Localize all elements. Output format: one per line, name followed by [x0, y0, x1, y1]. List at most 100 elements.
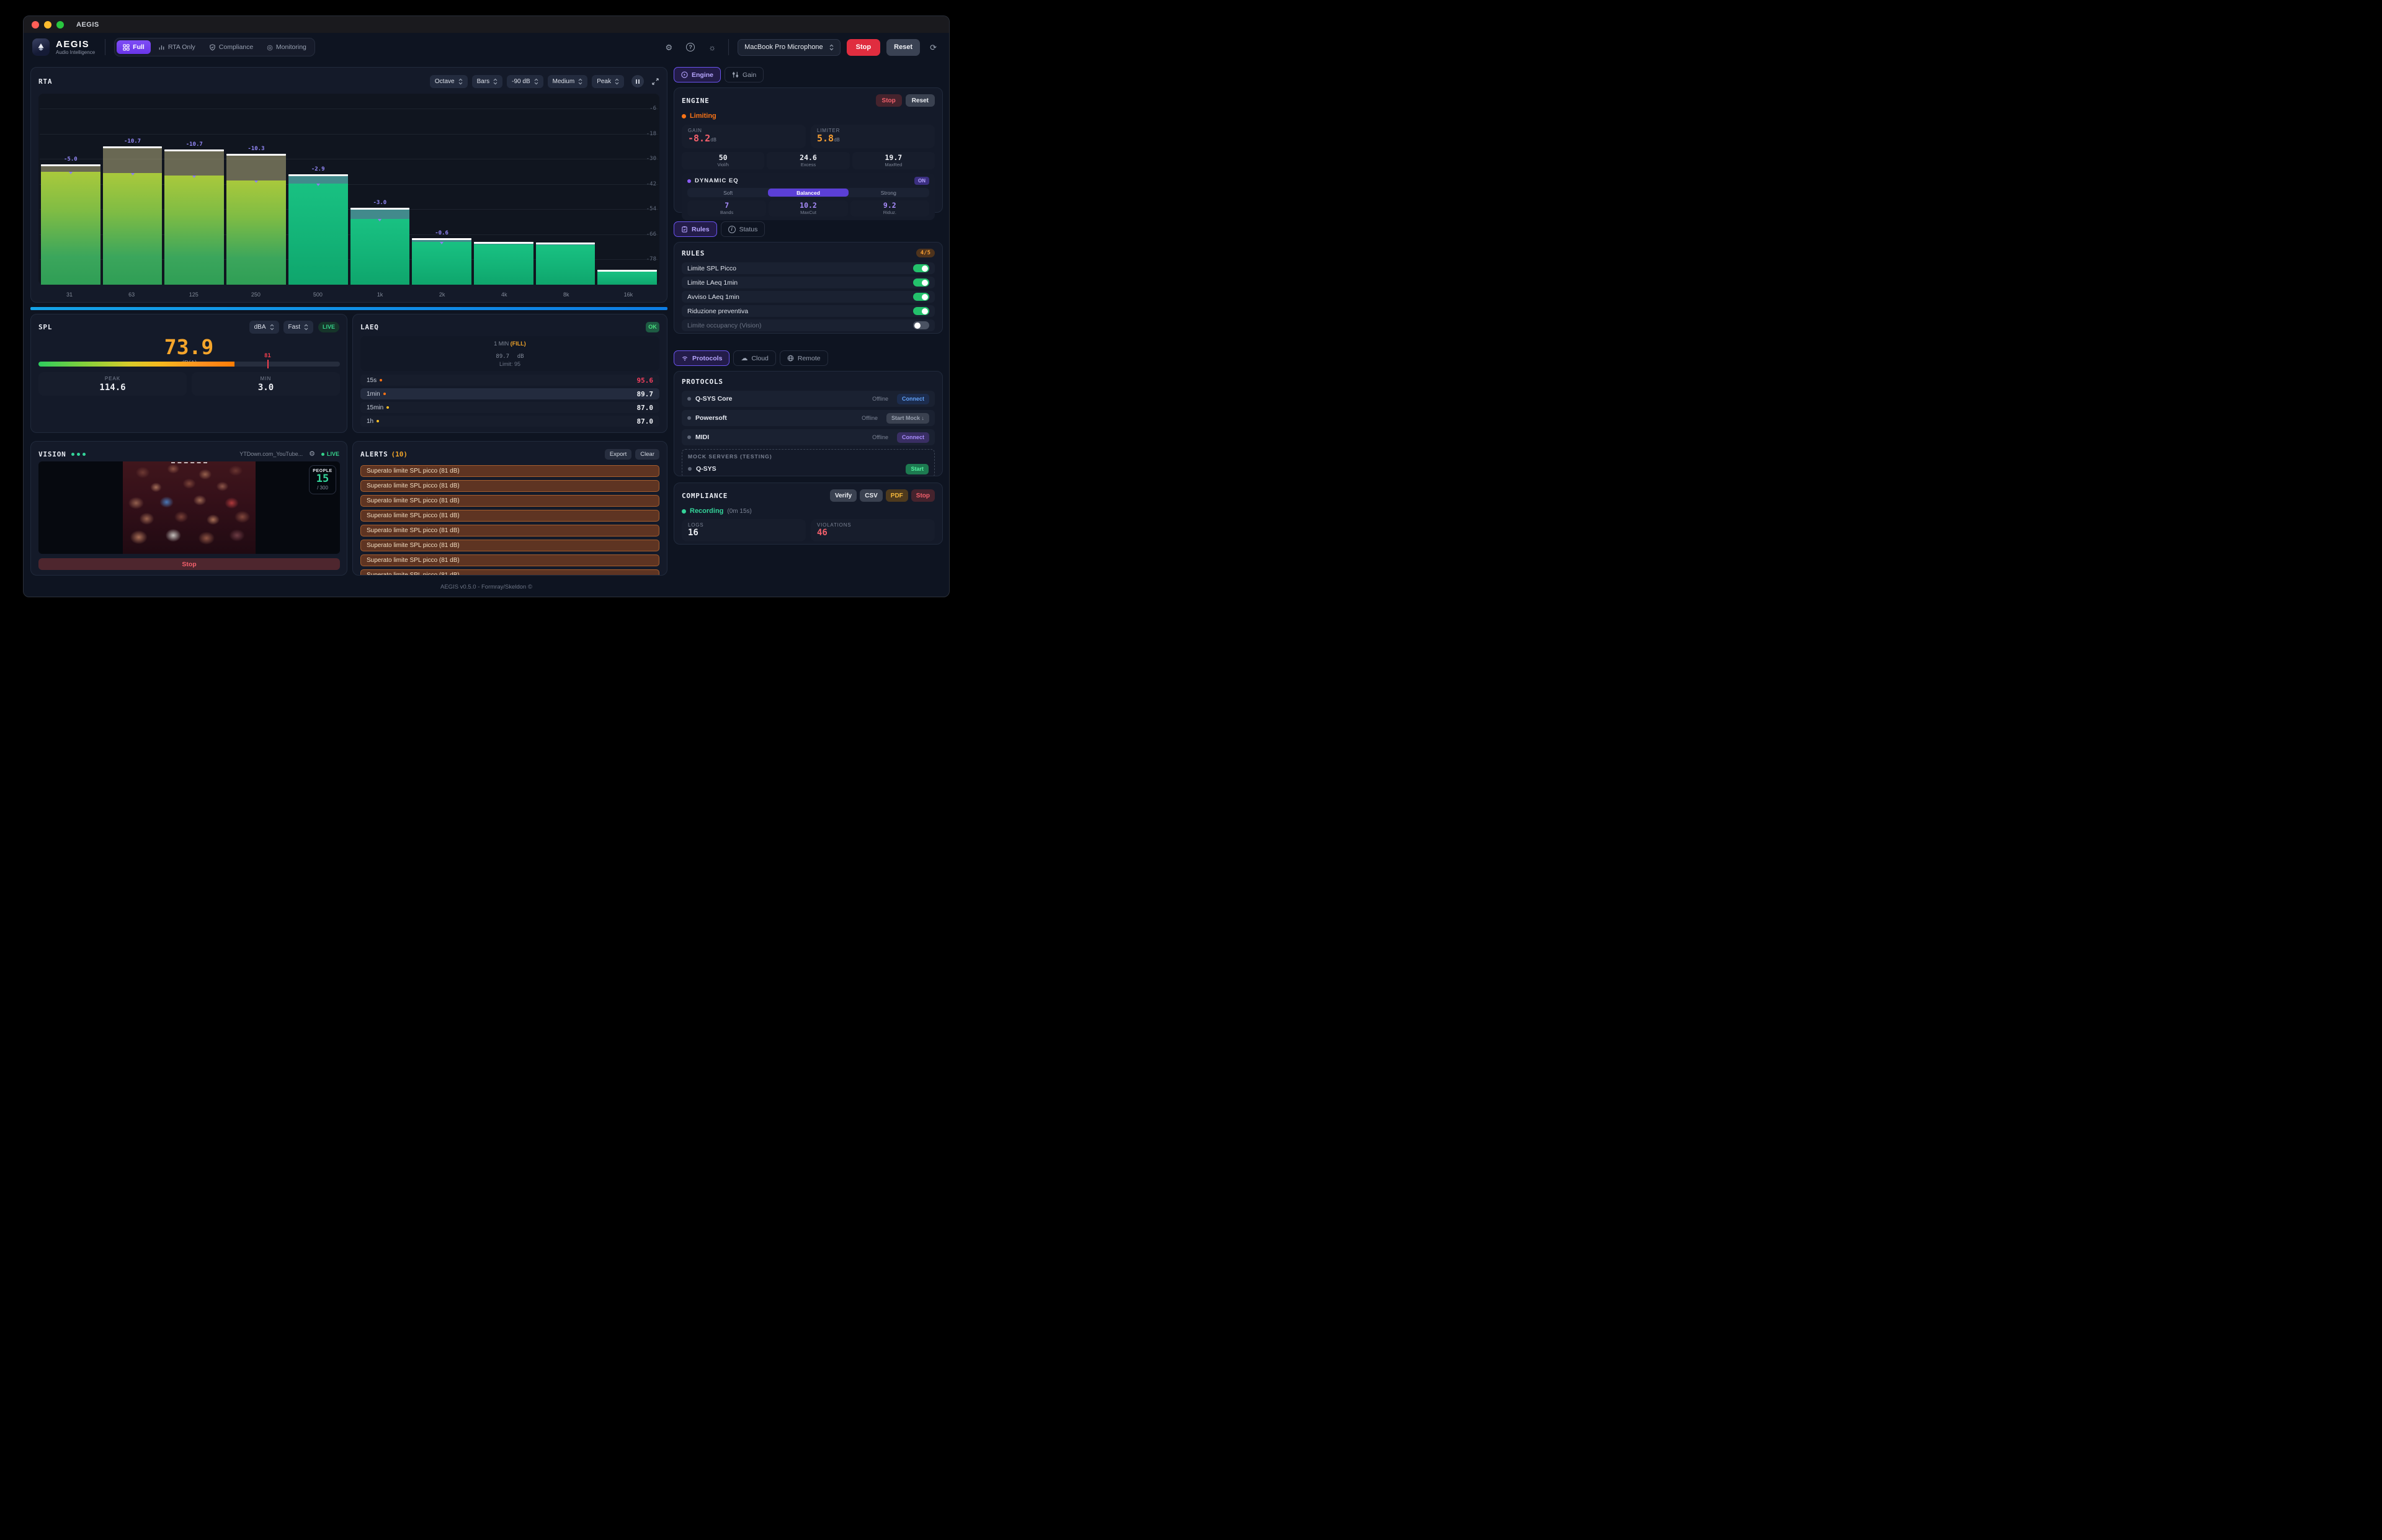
- laeq-fill-mode: (FILL): [511, 340, 526, 347]
- microphone-select[interactable]: MacBook Pro Microphone: [738, 39, 841, 56]
- tab-engine[interactable]: Engine: [674, 67, 721, 82]
- compliance-card: COMPLIANCE Verify CSV PDF Stop Recording…: [674, 483, 943, 545]
- screen: AEGIS AEGIS Audio Intelligence Full RTA …: [0, 0, 973, 629]
- spl-meter-fill: [38, 362, 234, 367]
- play-circle-icon: [681, 71, 688, 78]
- laeq-row-value: 87.0: [637, 417, 654, 425]
- vision-settings-icon[interactable]: ⚙: [309, 451, 315, 458]
- bar-marker: [131, 173, 135, 176]
- engine-tabs: Engine Gain: [674, 67, 943, 82]
- bar-marker: [254, 180, 258, 183]
- compliance-stop-button[interactable]: Stop: [911, 489, 935, 502]
- deq-mode-soft[interactable]: Soft: [688, 189, 768, 197]
- engine-reset-button[interactable]: Reset: [906, 94, 935, 107]
- rta-pause-button[interactable]: [631, 75, 644, 87]
- recording-time: (0m 15s): [727, 508, 751, 515]
- spl-speed-select[interactable]: Fast: [283, 321, 313, 334]
- rta-style-select[interactable]: Bars: [472, 75, 503, 88]
- chevron-updown-icon: [304, 324, 308, 331]
- tab-monitoring[interactable]: ◎ Monitoring: [261, 40, 313, 54]
- protocol-name: Q-SYS Core: [695, 395, 733, 403]
- bar-marker: [440, 242, 444, 244]
- laeq-row: 1h 87.0: [360, 416, 659, 427]
- zoom-window-button[interactable]: [56, 21, 64, 29]
- shield-check-icon: [209, 44, 216, 51]
- mock-servers-title: MOCK SERVERS (TESTING): [688, 453, 929, 460]
- tab-gain[interactable]: Gain: [725, 67, 764, 82]
- tab-protocols[interactable]: Protocols: [674, 350, 729, 366]
- laeq-status-badge: OK: [646, 322, 659, 332]
- engine-stop-button[interactable]: Stop: [876, 94, 902, 107]
- theme-sun-icon[interactable]: ☼: [708, 43, 716, 51]
- rule-toggle[interactable]: [913, 321, 929, 329]
- mock-start-button[interactable]: Start: [906, 464, 929, 474]
- rule-label: Avviso LAeq 1min: [687, 293, 739, 301]
- resize-divider[interactable]: [30, 307, 667, 310]
- rta-mode-select[interactable]: Peak: [592, 75, 624, 88]
- alerts-export-button[interactable]: Export: [605, 449, 631, 460]
- rta-speed-select[interactable]: Medium: [548, 75, 588, 88]
- rule-toggle[interactable]: [913, 278, 929, 287]
- titlebar: AEGIS: [24, 16, 949, 33]
- view-tabs: Full RTA Only Compliance ◎ Monitoring: [114, 38, 315, 56]
- rta-band-16k: [596, 96, 658, 285]
- protocol-tabs: Protocols ☁ Cloud Remote: [674, 350, 943, 366]
- alert-item: Superato limite SPL picco (81 dB): [360, 525, 659, 536]
- rta-band-select[interactable]: Octave: [430, 75, 468, 88]
- laeq-panel: LAEQ OK 1 MIN (FILL) 89.7 dB Limit: 95 1…: [352, 314, 667, 433]
- spl-weighting-select[interactable]: dBA: [249, 321, 279, 334]
- mock-status-dot: [688, 467, 692, 471]
- alerts-clear-button[interactable]: Clear: [635, 449, 659, 460]
- app-footer: AEGIS v0.5.0 - Formray/Skeldon ©: [24, 576, 949, 590]
- compliance-verify-button[interactable]: Verify: [830, 489, 857, 502]
- tab-remote[interactable]: Remote: [780, 350, 828, 366]
- tab-status[interactable]: i Status: [721, 221, 765, 237]
- tab-full[interactable]: Full: [117, 40, 151, 54]
- compliance-csv-button[interactable]: CSV: [860, 489, 883, 502]
- protocol-action-button[interactable]: Connect: [897, 394, 929, 404]
- rule-toggle[interactable]: [913, 293, 929, 301]
- fullscreen-icon: [651, 78, 659, 86]
- deq-on-badge[interactable]: ON: [914, 177, 929, 185]
- rta-range-select[interactable]: -90 dB: [507, 75, 543, 88]
- rules-count-badge: 4/5: [916, 249, 935, 257]
- detection-dashes: [171, 462, 207, 463]
- laeq-row-dot: [386, 406, 389, 409]
- brand-subtitle: Audio Intelligence: [56, 50, 95, 55]
- global-stop-button[interactable]: Stop: [847, 39, 880, 56]
- mock-servers-box: MOCK SERVERS (TESTING) Q-SYS Start: [682, 449, 935, 476]
- rule-toggle[interactable]: [913, 307, 929, 315]
- laeq-row-dot: [380, 379, 382, 381]
- tab-rules[interactable]: Rules: [674, 221, 717, 237]
- refresh-icon[interactable]: ⟳: [930, 43, 937, 51]
- spl-title: SPL: [38, 323, 52, 331]
- violations-box: VIOLATIONS 46: [811, 519, 935, 541]
- protocol-action-button[interactable]: Start Mock ↓: [886, 413, 929, 424]
- help-icon[interactable]: ?: [686, 43, 695, 51]
- protocol-action-button[interactable]: Connect: [897, 432, 929, 443]
- laeq-title: LAEQ: [360, 323, 379, 331]
- vision-stop-button[interactable]: Stop: [38, 558, 340, 570]
- protocol-status-dot: [687, 435, 691, 439]
- compliance-pdf-button[interactable]: PDF: [886, 489, 908, 502]
- rta-fullscreen-button[interactable]: [651, 78, 659, 86]
- alert-item: Superato limite SPL picco (81 dB): [360, 480, 659, 492]
- tab-compliance[interactable]: Compliance: [203, 40, 259, 54]
- tab-cloud[interactable]: ☁ Cloud: [733, 350, 775, 366]
- spl-meter: 81: [38, 362, 340, 367]
- spl-live-badge: LIVE: [318, 322, 339, 332]
- bar-value-label: -2.9: [311, 166, 325, 172]
- rule-toggle[interactable]: [913, 264, 929, 272]
- laeq-row-dot: [383, 393, 386, 395]
- logs-box: LOGS 16: [682, 519, 806, 541]
- deq-mode-strong[interactable]: Strong: [849, 189, 929, 197]
- global-reset-button[interactable]: Reset: [886, 39, 920, 56]
- minimize-window-button[interactable]: [44, 21, 51, 29]
- tab-rta-only[interactable]: RTA Only: [152, 40, 202, 54]
- deq-mode-balanced[interactable]: Balanced: [768, 189, 848, 197]
- dynamic-eq-section: DYNAMIC EQ ON Soft Balanced Strong 7Band…: [682, 173, 935, 220]
- alert-item: Superato limite SPL picco (81 dB): [360, 569, 659, 576]
- settings-gear-icon[interactable]: ⚙: [666, 43, 673, 51]
- close-window-button[interactable]: [32, 21, 39, 29]
- rule-row: Limite LAeq 1min: [682, 277, 935, 288]
